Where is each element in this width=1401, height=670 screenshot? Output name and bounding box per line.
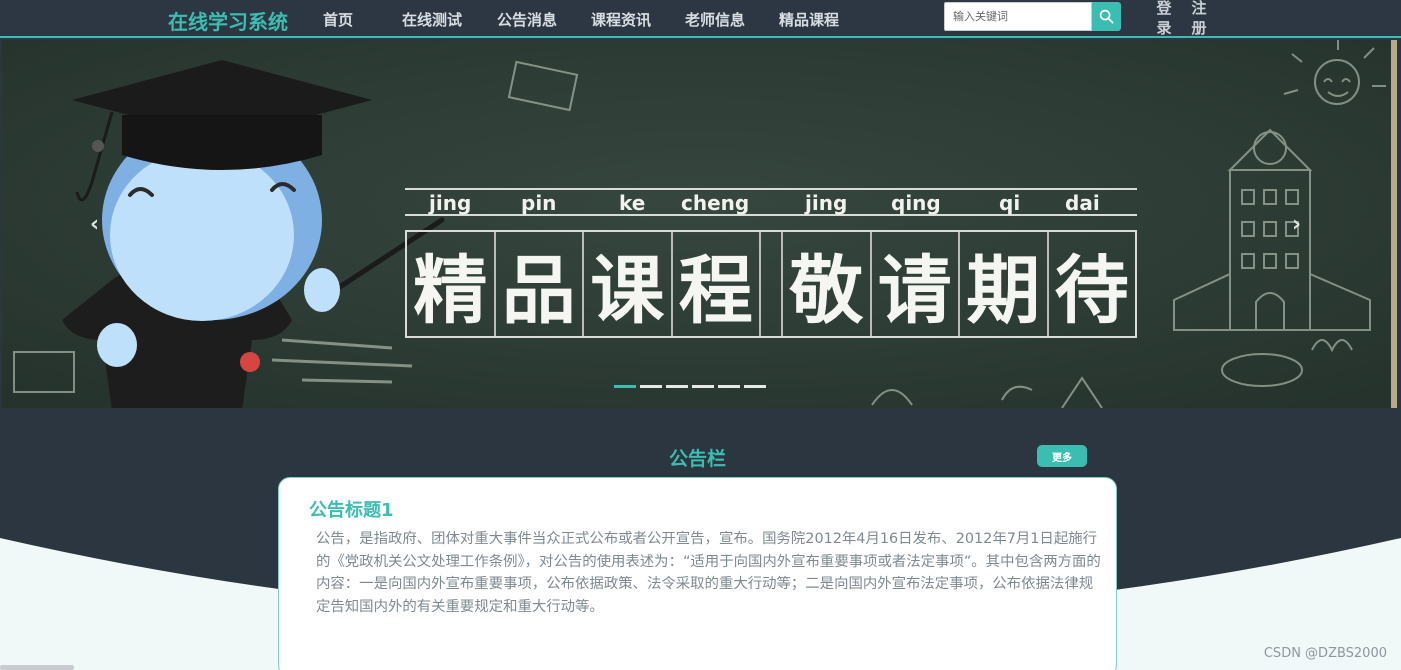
carousel-indicators [614, 385, 766, 388]
carousel-dot-1[interactable] [614, 385, 636, 388]
pinyin-7: qi [999, 191, 1021, 215]
more-button[interactable]: 更多 [1037, 445, 1087, 467]
register-char-2: 册 [1191, 19, 1207, 37]
carousel-prev-icon[interactable]: ‹ [90, 212, 99, 237]
title-char-5: 敬 [783, 232, 872, 336]
title-char-8: 待 [1054, 247, 1129, 334]
banner-carousel[interactable]: jing pin ke cheng jing qing qi dai 精 品 课… [2, 40, 1397, 408]
title-char-3: 课 [584, 232, 673, 336]
carousel-dot-2[interactable] [640, 385, 662, 388]
notice-card[interactable]: 公告标题1 公告，是指政府、团体对重大事件当众正式公布或者公开宣告，宣布。国务院… [278, 477, 1117, 670]
nav-home[interactable]: 首页 [323, 9, 353, 30]
pinyin-row: jing pin ke cheng jing qing qi dai [405, 188, 1137, 216]
nav-course-news[interactable]: 课程资讯 [591, 9, 651, 30]
pinyin-6: qing [891, 191, 941, 215]
chalkboard-illustration [2, 40, 1397, 408]
search-box [944, 2, 1121, 31]
title-char-2: 品 [496, 232, 584, 336]
search-icon [1099, 9, 1114, 24]
login-link[interactable]: 登 录 [1154, 0, 1174, 38]
carousel-dot-3[interactable] [666, 385, 688, 388]
title-char-7: 期 [960, 232, 1049, 336]
nav-featured-courses[interactable]: 精品课程 [779, 9, 839, 30]
watermark: CSDN @DZBS2000 [1263, 646, 1387, 661]
pinyin-1: jing [429, 191, 472, 215]
register-char-1: 注 [1191, 0, 1207, 17]
login-char-2: 录 [1156, 19, 1172, 37]
title-char-6: 请 [872, 232, 960, 336]
notice-card-body: 公告，是指政府、团体对重大事件当众正式公布或者公开宣告，宣布。国务院2012年4… [316, 531, 1101, 615]
notice-card-title[interactable]: 公告标题1 [309, 496, 394, 522]
pinyin-2: pin [521, 191, 557, 215]
pinyin-4: cheng [681, 191, 750, 215]
horizontal-scrollbar[interactable] [0, 665, 74, 670]
top-navbar: 在线学习系统 首页 在线测试 公告消息 课程资讯 老师信息 精品课程 登 录 注… [0, 0, 1401, 38]
notice-section-title: 公告栏 [669, 448, 727, 470]
carousel-next-icon[interactable]: › [1292, 212, 1301, 237]
register-link[interactable]: 注 册 [1189, 0, 1209, 38]
pinyin-3: ke [619, 191, 646, 215]
pinyin-5: jing [805, 191, 848, 215]
site-brand[interactable]: 在线学习系统 [168, 6, 288, 35]
pinyin-8: dai [1065, 191, 1100, 215]
title-char-4: 程 [673, 232, 761, 336]
carousel-dot-4[interactable] [692, 385, 714, 388]
title-gap [761, 232, 783, 336]
nav-online-test[interactable]: 在线测试 [402, 9, 462, 30]
login-char-1: 登 [1156, 0, 1172, 17]
title-char-1: 精 [407, 232, 496, 336]
banner-title: 精 品 课 程 敬 请 期 待 [405, 230, 1137, 338]
search-input[interactable] [944, 2, 1092, 31]
nav-notice[interactable]: 公告消息 [497, 9, 557, 30]
carousel-dot-5[interactable] [718, 385, 740, 388]
carousel-dot-6[interactable] [744, 385, 766, 388]
search-button[interactable] [1092, 2, 1121, 31]
nav-teacher-info[interactable]: 老师信息 [685, 9, 745, 30]
